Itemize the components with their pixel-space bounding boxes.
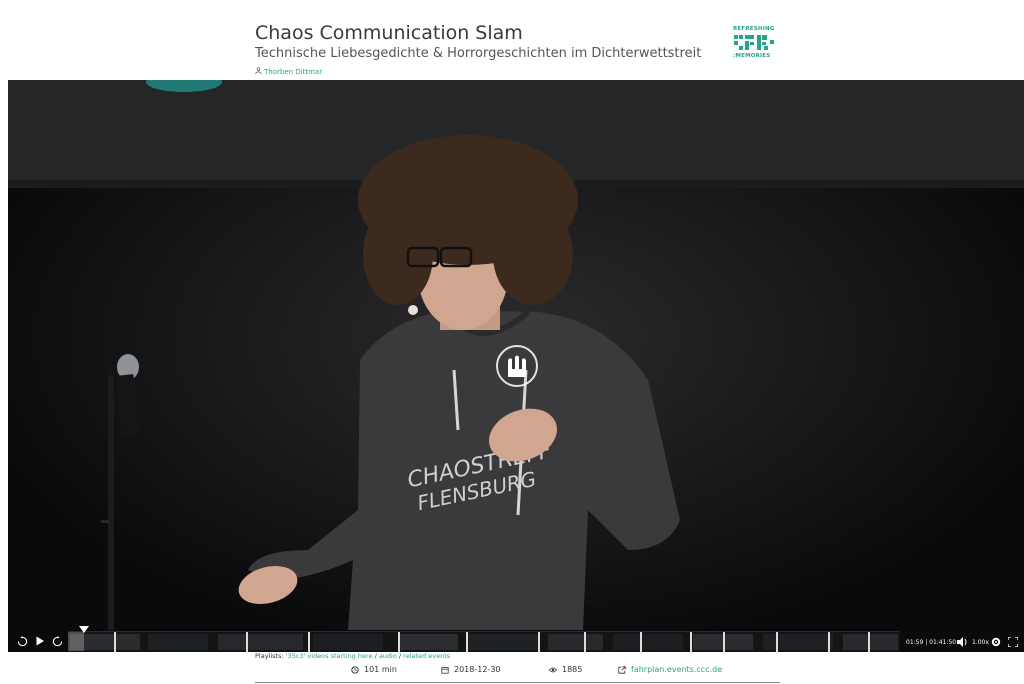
media-ccc-logo-icon bbox=[508, 355, 526, 377]
playback-speed[interactable]: 1.00x bbox=[972, 639, 989, 646]
external-link-icon bbox=[618, 665, 626, 674]
seek-progress bbox=[68, 632, 84, 651]
event-info: Playlists: '35c3' videos starting here /… bbox=[255, 652, 780, 683]
date-item: 2018-12-30 bbox=[441, 665, 501, 674]
speaker-link[interactable]: Thorben Dittmar bbox=[255, 67, 322, 76]
playlist-link-related[interactable]: related events bbox=[403, 652, 450, 660]
play-overlay-button[interactable] bbox=[496, 345, 538, 387]
page-subtitle: Technische Liebesgedichte & Horrorgeschi… bbox=[255, 46, 702, 61]
video-player[interactable]: CHAOSTREFF FLENSBURG 01:59 | 01:41:50 1.… bbox=[8, 80, 1024, 652]
volume-button[interactable] bbox=[956, 636, 968, 647]
fahrplan-item[interactable]: fahrplan.events.ccc.de bbox=[618, 665, 722, 674]
time-display: 01:59 | 01:41:50 bbox=[906, 639, 957, 646]
forward-icon bbox=[52, 635, 62, 646]
playlist-link-audio[interactable]: audio bbox=[379, 652, 397, 660]
divider bbox=[255, 682, 780, 683]
views-item: 1885 bbox=[549, 665, 582, 674]
thumbnail-strip bbox=[68, 632, 900, 652]
seek-handle[interactable] bbox=[79, 626, 89, 633]
page-title: Chaos Communication Slam bbox=[255, 22, 523, 44]
logo-glyph-icon bbox=[734, 35, 774, 50]
rewind-10-button[interactable] bbox=[16, 635, 28, 647]
play-button[interactable] bbox=[34, 635, 46, 647]
seek-bar[interactable] bbox=[68, 626, 900, 652]
event-meta: 101 min 2018-12-30 1885 fahrplan.events.… bbox=[255, 665, 780, 683]
playlists-row: Playlists: '35c3' videos starting here /… bbox=[255, 652, 451, 660]
gear-icon bbox=[991, 637, 1000, 646]
eye-icon bbox=[549, 667, 557, 672]
rewind-icon bbox=[17, 635, 27, 646]
fullscreen-button[interactable] bbox=[1007, 636, 1018, 647]
clock-icon bbox=[351, 665, 359, 674]
playlists-label: Playlists: bbox=[255, 652, 284, 660]
duration: 101 min bbox=[364, 665, 397, 674]
release-date: 2018-12-30 bbox=[454, 665, 501, 674]
fahrplan-link[interactable]: fahrplan.events.ccc.de bbox=[631, 665, 722, 674]
page-header: Chaos Communication Slam Technische Lieb… bbox=[0, 0, 1024, 80]
duration-item: 101 min bbox=[351, 665, 397, 674]
logo-text-top: REFRESHING bbox=[733, 26, 775, 32]
playlist-link-35c3[interactable]: '35c3' videos starting here bbox=[286, 652, 373, 660]
person-icon bbox=[255, 67, 262, 76]
view-count: 1885 bbox=[562, 665, 583, 674]
calendar-icon bbox=[441, 666, 449, 674]
fullscreen-icon bbox=[1007, 636, 1018, 647]
forward-10-button[interactable] bbox=[51, 635, 63, 647]
play-icon bbox=[36, 636, 44, 646]
speaker-name[interactable]: Thorben Dittmar bbox=[264, 68, 322, 76]
logo-text-bottom: :MEMORIES bbox=[733, 53, 771, 59]
conference-logo[interactable]: REFRESHING :MEMORIES bbox=[733, 26, 779, 60]
volume-icon bbox=[956, 636, 966, 647]
settings-button[interactable] bbox=[990, 636, 1001, 647]
